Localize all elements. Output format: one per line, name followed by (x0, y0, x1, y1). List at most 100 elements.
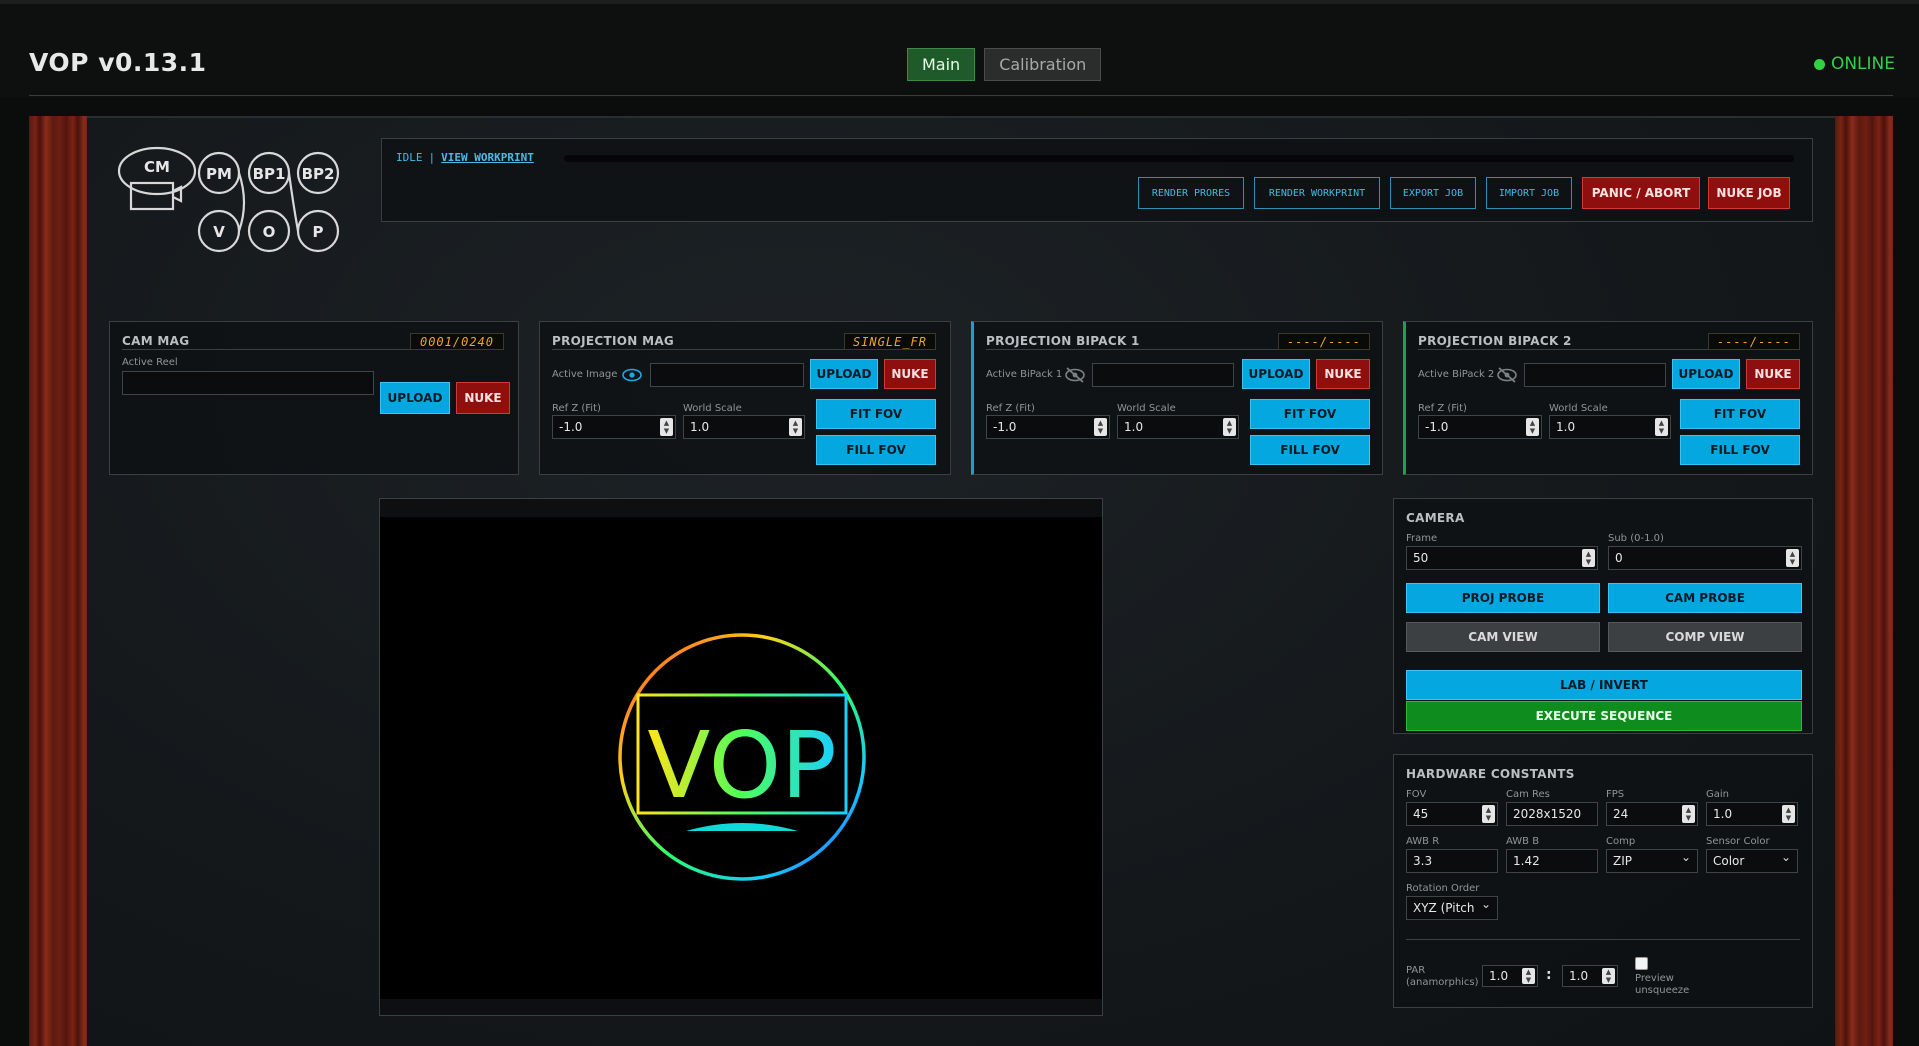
spinner-icon[interactable]: ▲ ▼ (1786, 549, 1799, 567)
spinner-icon[interactable]: ▲ ▼ (1782, 805, 1795, 823)
vop-splash-logo-icon: VOP (618, 633, 866, 881)
bipack1-title: PROJECTION BIPACK 1 (986, 334, 1140, 348)
spinner-icon[interactable]: ▲ ▼ (1526, 418, 1539, 436)
awbr-label: AWB R (1406, 836, 1440, 847)
viewport-top-bar (380, 499, 1102, 517)
gain-input[interactable]: 1.0 ▲ ▼ (1706, 802, 1798, 826)
spinner-icon[interactable]: ▲ ▼ (1223, 418, 1236, 436)
nuke-job-button[interactable]: NUKE JOB (1708, 177, 1790, 209)
spinner-icon[interactable]: ▲ ▼ (1682, 805, 1695, 823)
sub-input[interactable]: 0 ▲ ▼ (1608, 546, 1802, 570)
bipack2-refz-value: -1.0 (1425, 420, 1449, 434)
eye-slash-icon[interactable] (1496, 366, 1518, 384)
fov-value: 45 (1413, 807, 1429, 821)
par-label-line1: PAR (1406, 965, 1426, 976)
comp-view-button[interactable]: COMP VIEW (1608, 622, 1802, 652)
active-image-field[interactable] (650, 363, 804, 387)
bipack1-fit-fov-button[interactable]: FIT FOV (1250, 399, 1370, 429)
proj-mag-nuke-button[interactable]: NUKE (884, 359, 936, 389)
spinner-icon[interactable]: ▲ ▼ (1602, 968, 1615, 984)
tab-main[interactable]: Main (907, 48, 976, 81)
vop-logo-icon: CM PM BP1 BP2 V O P (117, 146, 340, 253)
render-workprint-button[interactable]: RENDER WORKPRINT (1254, 177, 1380, 209)
tab-calibration[interactable]: Calibration (984, 48, 1102, 81)
spinner-icon[interactable]: ▲ ▼ (660, 418, 673, 436)
preview-unsqueeze-checkbox[interactable] (1635, 957, 1648, 970)
spinner-icon[interactable]: ▲ ▼ (1482, 805, 1495, 823)
camres-input[interactable]: 2028x1520 (1506, 802, 1598, 826)
bipack1-refz-input[interactable]: -1.0 ▲ ▼ (986, 415, 1110, 439)
par-label: PAR (anamorphics) (1406, 965, 1479, 989)
execute-sequence-button[interactable]: EXECUTE SEQUENCE (1406, 701, 1802, 731)
view-workprint-link[interactable]: VIEW WORKPRINT (441, 151, 534, 164)
export-job-button[interactable]: EXPORT JOB (1390, 177, 1476, 209)
sub-value: 0 (1615, 551, 1623, 565)
rotation-order-select[interactable]: XYZ (Pitch (1406, 896, 1498, 920)
bipack1-ws-input[interactable]: 1.0 ▲ ▼ (1117, 415, 1239, 439)
job-toolbar: IDLE | VIEW WORKPRINT RENDER PRORES REND… (381, 138, 1813, 222)
preview-unsqueeze-label: Preview unsqueeze (1635, 973, 1689, 997)
cam-probe-button[interactable]: CAM PROBE (1608, 583, 1802, 613)
cam-view-button[interactable]: CAM VIEW (1406, 622, 1600, 652)
frame-input[interactable]: 50 ▲ ▼ (1406, 546, 1598, 570)
lab-invert-button[interactable]: LAB / INVERT (1406, 670, 1802, 700)
cam-mag-upload-button[interactable]: UPLOAD (380, 382, 450, 414)
bipack2-refz-label: Ref Z (Fit) (1418, 403, 1467, 414)
par-b-input[interactable]: 1.0 ▲ ▼ (1562, 965, 1618, 987)
sensor-color-select[interactable]: Color (1706, 849, 1798, 873)
fps-label: FPS (1606, 789, 1625, 800)
proj-probe-button[interactable]: PROJ PROBE (1406, 583, 1600, 613)
proj-mag-refz-input[interactable]: -1.0 ▲ ▼ (552, 415, 676, 439)
proj-mag-counter: SINGLE_FR (844, 333, 936, 350)
preview-viewport[interactable]: VOP (379, 498, 1103, 1016)
spinner-icon[interactable]: ▲ ▼ (1522, 968, 1535, 984)
active-bipack2-field[interactable] (1524, 363, 1666, 387)
spinner-icon[interactable]: ▲ ▼ (1582, 549, 1595, 567)
bipack1-fill-fov-button[interactable]: FILL FOV (1250, 435, 1370, 465)
cam-mag-divider (122, 349, 430, 350)
active-reel-field[interactable] (122, 371, 374, 395)
hardware-constants-panel: HARDWARE CONSTANTS FOV 45 ▲ ▼ Cam Res 2028… (1393, 754, 1813, 1008)
bipack1-nuke-button[interactable]: NUKE (1316, 359, 1370, 389)
panic-abort-button[interactable]: PANIC / ABORT (1582, 177, 1700, 209)
cam-mag-nuke-button[interactable]: NUKE (456, 382, 510, 414)
bipack2-ws-label: World Scale (1549, 403, 1608, 414)
spinner-icon[interactable]: ▲ ▼ (1094, 418, 1107, 436)
eye-icon[interactable] (622, 368, 642, 382)
spinner-icon[interactable]: ▲ ▼ (1655, 418, 1668, 436)
bipack2-refz-input[interactable]: -1.0 ▲ ▼ (1418, 415, 1542, 439)
render-prores-button[interactable]: RENDER PRORES (1138, 177, 1244, 209)
active-bipack1-field[interactable] (1092, 363, 1234, 387)
import-job-button[interactable]: IMPORT JOB (1486, 177, 1572, 209)
bipack2-nuke-button[interactable]: NUKE (1746, 359, 1800, 389)
bipack2-fill-fov-button[interactable]: FILL FOV (1680, 435, 1800, 465)
camera-panel: CAMERA Frame 50 ▲ ▼ Sub (0-1.0) 0 ▲ ▼ PROJ P… (1393, 498, 1813, 734)
proj-mag-upload-button[interactable]: UPLOAD (810, 359, 878, 389)
bipack1-ws-label: World Scale (1117, 403, 1176, 414)
proj-mag-fill-fov-button[interactable]: FILL FOV (816, 435, 936, 465)
connection-status: ONLINE (1813, 54, 1895, 74)
logo-label-cm: CM (144, 158, 170, 176)
bipack2-upload-button[interactable]: UPLOAD (1672, 359, 1740, 389)
par-colon: : (1546, 967, 1552, 983)
proj-mag-ws-input[interactable]: 1.0 ▲ ▼ (683, 415, 805, 439)
fov-input[interactable]: 45 ▲ ▼ (1406, 802, 1498, 826)
comp-select[interactable]: ZIP (1606, 849, 1698, 873)
eye-slash-icon[interactable] (1064, 366, 1086, 384)
bipack1-upload-button[interactable]: UPLOAD (1242, 359, 1310, 389)
fov-label: FOV (1406, 789, 1427, 800)
proj-mag-fit-fov-button[interactable]: FIT FOV (816, 399, 936, 429)
proj-mag-title: PROJECTION MAG (552, 334, 675, 348)
bipack2-divider (1418, 349, 1712, 350)
awbr-input[interactable]: 3.3 (1406, 849, 1498, 873)
fps-value: 24 (1613, 807, 1629, 821)
fps-input[interactable]: 24 ▲ ▼ (1606, 802, 1698, 826)
bipack2-ws-input[interactable]: 1.0 ▲ ▼ (1549, 415, 1671, 439)
awbb-input[interactable]: 1.42 (1506, 849, 1598, 873)
frame-label: Frame (1406, 533, 1438, 544)
spinner-icon[interactable]: ▲ ▼ (789, 418, 802, 436)
sensor-color-label: Sensor Color (1706, 836, 1770, 847)
par-a-input[interactable]: 1.0 ▲ ▼ (1482, 965, 1538, 987)
bipack2-fit-fov-button[interactable]: FIT FOV (1680, 399, 1800, 429)
logo-label-pm: PM (206, 165, 232, 183)
